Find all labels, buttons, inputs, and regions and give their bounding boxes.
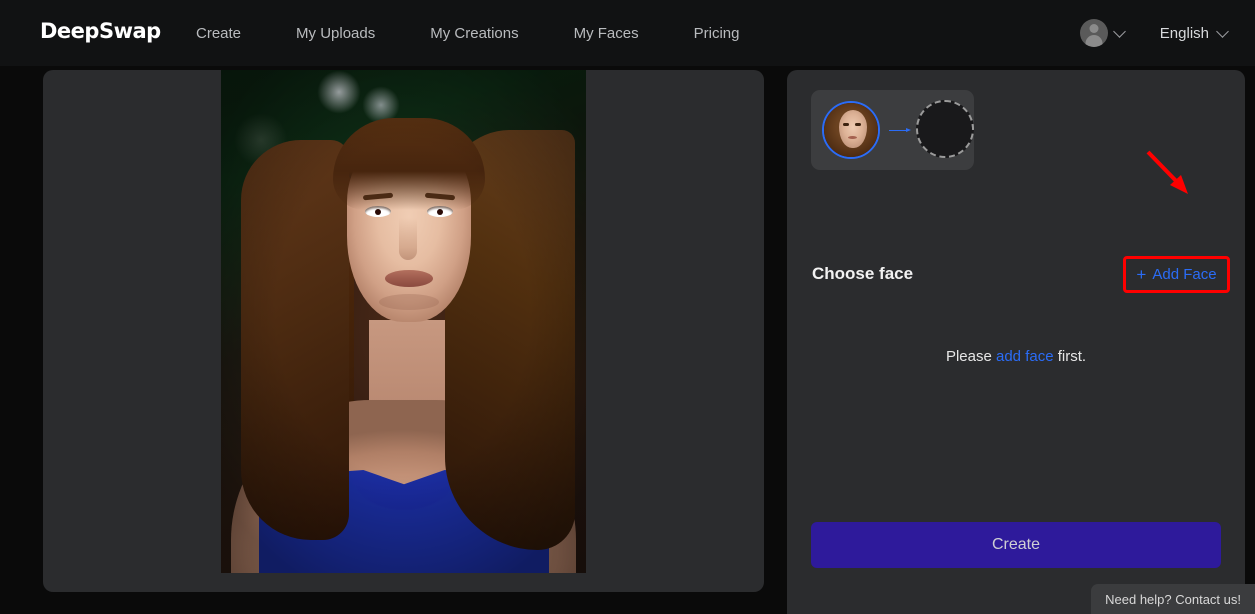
- target-face-slot[interactable]: [916, 100, 974, 158]
- thumb-face: [839, 110, 867, 148]
- create-button[interactable]: Create: [811, 522, 1221, 568]
- add-face-button-content: + Add Face: [1136, 266, 1216, 283]
- nav-item-pricing[interactable]: Pricing: [694, 25, 767, 42]
- nav-item-my-faces[interactable]: My Faces: [574, 25, 666, 42]
- main-navigation: Create My Uploads My Creations My Faces …: [196, 0, 766, 66]
- chevron-down-icon: [1112, 24, 1126, 38]
- hint-prefix: Please: [945, 348, 996, 365]
- support-contact-widget[interactable]: Need help? Contact us!: [1091, 584, 1255, 614]
- control-panel: Choose face + Add Face Please add face f…: [787, 70, 1245, 614]
- thumb-eye-left: [843, 123, 849, 126]
- arrow-right-icon: [889, 128, 911, 132]
- site-logo[interactable]: DeepSwap: [40, 19, 161, 43]
- nav-item-my-creations[interactable]: My Creations: [430, 25, 545, 42]
- add-face-link[interactable]: add face: [996, 348, 1054, 365]
- thumb-lips: [848, 136, 857, 139]
- chevron-down-icon: [1216, 24, 1229, 38]
- plus-icon: +: [1136, 265, 1147, 284]
- choose-face-label: Choose face: [812, 264, 914, 283]
- top-header: DeepSwap Create My Uploads My Creations …: [0, 0, 1255, 66]
- uploaded-image-preview[interactable]: [221, 70, 586, 573]
- add-face-label: Add Face: [1152, 266, 1217, 283]
- hint-suffix: first.: [1053, 348, 1087, 365]
- preview-panel: [43, 70, 764, 592]
- thumb-eye-right: [855, 123, 861, 126]
- account-menu[interactable]: [1079, 19, 1126, 47]
- add-face-button[interactable]: + Add Face: [1123, 256, 1230, 293]
- face-pair-card[interactable]: [811, 90, 974, 170]
- language-label: English: [1159, 24, 1209, 42]
- header-right-cluster: English: [1079, 0, 1241, 66]
- nav-item-my-uploads[interactable]: My Uploads: [296, 25, 402, 42]
- empty-face-hint: Please add face first.: [787, 348, 1245, 365]
- avatar: [1079, 19, 1108, 47]
- photo-vignette: [221, 70, 586, 573]
- language-selector[interactable]: English: [1159, 24, 1229, 42]
- source-face-thumbnail[interactable]: [822, 101, 880, 159]
- nav-item-create[interactable]: Create: [196, 25, 268, 42]
